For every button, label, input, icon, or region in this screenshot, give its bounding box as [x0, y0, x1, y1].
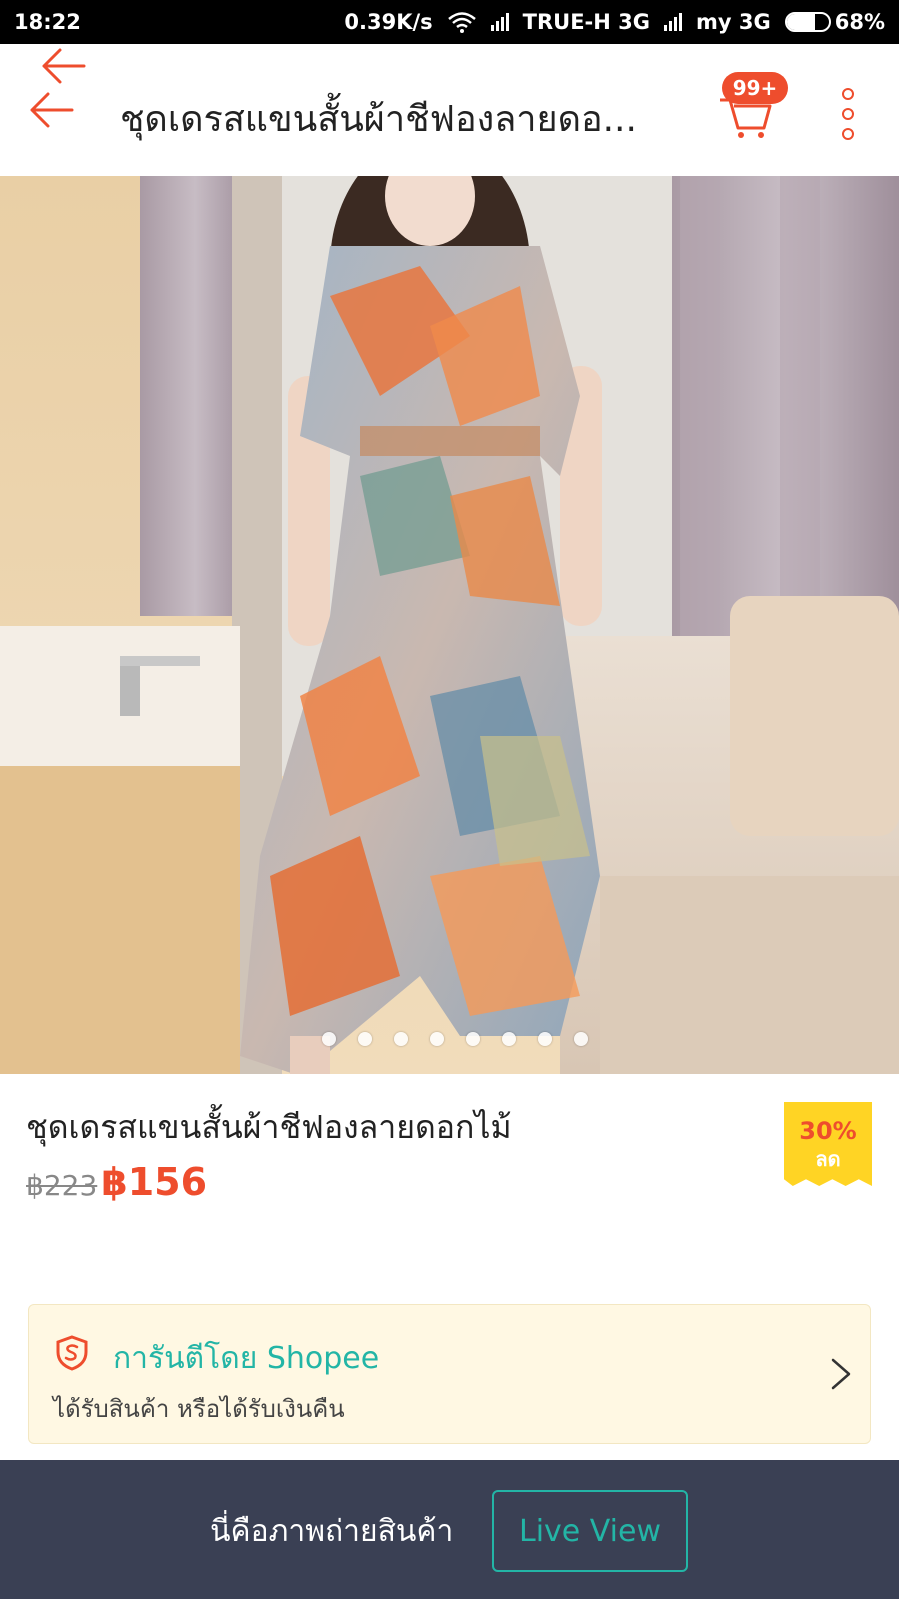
chevron-right-icon — [831, 1358, 851, 1390]
carousel-dot[interactable] — [321, 1032, 336, 1046]
signal-icon-2 — [664, 13, 682, 31]
cart-badge: 99+ — [722, 72, 788, 104]
battery-fill — [786, 14, 816, 30]
app-header: ชุดเดรสแขนสั้นผ้าชีฟองลายดอ... 99+ — [0, 44, 899, 176]
shield-icon — [56, 1335, 88, 1371]
carousel-indicator — [0, 1032, 899, 1046]
sale-price: ฿156 — [101, 1160, 208, 1204]
original-price: ฿223 — [26, 1169, 98, 1202]
discount-percent: 30% — [799, 1117, 857, 1145]
kebab-dot — [842, 108, 854, 120]
status-indicators: 0.39K/s TRUE-H 3G my 3G 68% — [344, 10, 885, 34]
carousel-dot[interactable] — [537, 1032, 552, 1046]
discount-badge: 30% ลด — [784, 1102, 872, 1186]
live-view-button[interactable]: Live View — [492, 1490, 688, 1572]
signal-icon — [490, 13, 509, 31]
carousel-dot[interactable] — [357, 1032, 372, 1046]
wifi-icon — [447, 12, 476, 33]
carousel-dot[interactable] — [429, 1032, 444, 1046]
product-name: ชุดเดรสแขนสั้นผ้าชีฟองลายดอกไม้ — [26, 1108, 512, 1146]
status-bar: 18:22 0.39K/s TRUE-H 3G my 3G 68% — [0, 0, 899, 44]
bottom-bar: นี่คือภาพถ่ายสินค้า Live View — [0, 1460, 899, 1599]
carrier-2: my 3G — [696, 10, 771, 34]
more-options-icon[interactable] — [838, 88, 858, 140]
page-title: ชุดเดรสแขนสั้นผ้าชีฟองลายดอ... — [120, 99, 637, 140]
battery-icon — [784, 12, 831, 32]
kebab-dot — [842, 128, 854, 140]
product-image-carousel[interactable] — [0, 176, 899, 1074]
battery: 68% — [784, 10, 885, 34]
carousel-dot[interactable] — [573, 1032, 588, 1046]
back-button[interactable] — [26, 88, 76, 132]
net-speed: 0.39K/s — [344, 10, 433, 34]
carousel-dot[interactable] — [501, 1032, 516, 1046]
product-photo — [0, 176, 899, 1074]
carousel-dot[interactable] — [465, 1032, 480, 1046]
guarantee-title: การันตีโดย Shopee — [113, 1341, 380, 1376]
battery-percent: 68% — [834, 10, 885, 34]
shopee-guarantee-card[interactable]: การันตีโดย Shopee ได้รับสินค้า หรือได้รั… — [28, 1304, 871, 1444]
carousel-dot[interactable] — [393, 1032, 408, 1046]
kebab-dot — [842, 88, 854, 100]
discount-label: ลด — [815, 1147, 841, 1171]
price-row: ฿223 ฿156 — [26, 1160, 207, 1204]
carrier-1: TRUE-H 3G — [522, 10, 650, 34]
back-arrow-icon[interactable] — [40, 46, 86, 86]
bottom-bar-text: นี่คือภาพถ่ายสินค้า — [210, 1514, 454, 1549]
status-time: 18:22 — [14, 10, 81, 34]
guarantee-subtitle: ได้รับสินค้า หรือได้รับเงินคืน — [53, 1395, 345, 1423]
